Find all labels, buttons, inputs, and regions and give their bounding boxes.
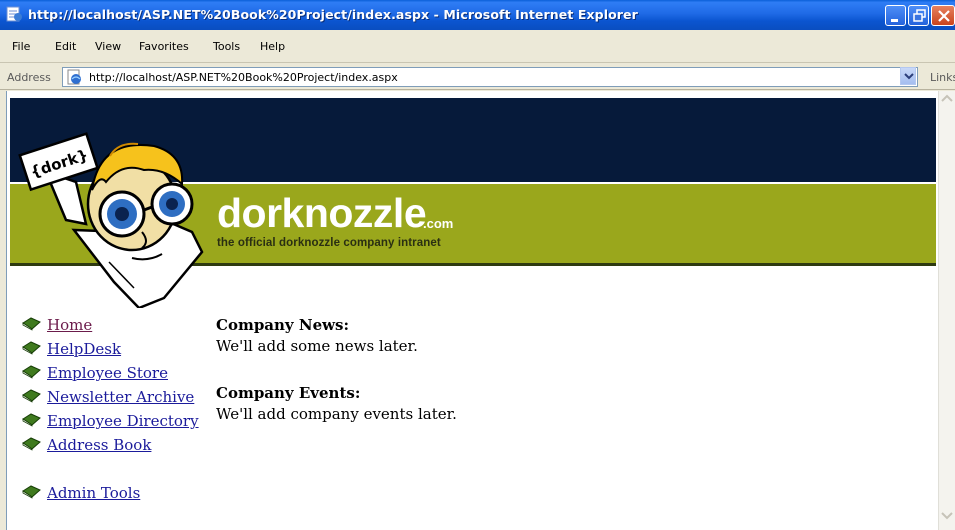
company-events-heading: Company Events: (216, 384, 361, 402)
scroll-down-icon[interactable] (941, 512, 953, 520)
chevron-down-icon (904, 73, 914, 80)
site-header: dorknozzle .com the official dorknozzle … (10, 98, 936, 308)
menu-bar: File Edit View Favorites Tools Help (0, 30, 955, 85)
restore-icon (913, 9, 926, 22)
address-input[interactable]: http://localhost/ASP.NET%20Book%20Projec… (62, 67, 918, 87)
menu-tools[interactable]: Tools (213, 40, 240, 53)
address-dropdown-button[interactable] (900, 67, 916, 85)
nav-link-home[interactable]: Home (47, 316, 92, 334)
menu-edit[interactable]: Edit (55, 40, 76, 53)
address-url: http://localhost/ASP.NET%20Book%20Projec… (89, 71, 398, 84)
book-icon (22, 341, 41, 355)
nav-link-address-book[interactable]: Address Book (47, 436, 151, 454)
nav-link-employee-directory[interactable]: Employee Directory (47, 412, 199, 430)
book-icon (22, 413, 41, 427)
menu-file[interactable]: File (12, 40, 30, 53)
book-icon (22, 317, 41, 331)
book-icon (22, 389, 41, 403)
company-events-text: We'll add company events later. (216, 405, 457, 423)
page-viewport: dorknozzle .com the official dorknozzle … (6, 91, 938, 530)
site-domain-suffix: .com (423, 216, 454, 231)
close-button[interactable] (931, 5, 955, 26)
nav-link-admin-tools[interactable]: Admin Tools (47, 484, 140, 502)
ie-page-icon (6, 6, 22, 22)
site-tagline: the official dorknozzle company intranet (217, 237, 441, 249)
book-icon (22, 365, 41, 379)
book-icon (22, 437, 41, 451)
menu-view[interactable]: View (95, 40, 121, 53)
menu-help[interactable]: Help (260, 40, 285, 53)
dork-mascot-logo: {dork} (18, 132, 204, 308)
nav-link-newsletter-archive[interactable]: Newsletter Archive (47, 388, 194, 406)
close-icon (938, 10, 950, 22)
company-news-text: We'll add some news later. (216, 337, 418, 355)
company-news-heading: Company News: (216, 316, 350, 334)
nav-link-helpdesk[interactable]: HelpDesk (47, 340, 121, 358)
scroll-up-icon[interactable] (941, 94, 953, 102)
book-icon (22, 485, 41, 499)
links-label[interactable]: Links (930, 71, 955, 84)
nav-link-employee-store[interactable]: Employee Store (47, 364, 168, 382)
vertical-scrollbar[interactable] (938, 91, 955, 530)
address-label: Address (7, 71, 51, 84)
minimize-button[interactable] (885, 5, 906, 26)
menu-favorites[interactable]: Favorites (139, 40, 189, 53)
ie-page-icon (67, 69, 81, 85)
restore-button[interactable] (908, 5, 929, 26)
address-bar: Address http://localhost/ASP.NET%20Book%… (0, 64, 955, 90)
title-bar: http://localhost/ASP.NET%20Book%20Projec… (0, 0, 955, 30)
site-name: dorknozzle (217, 190, 427, 236)
window-title: http://localhost/ASP.NET%20Book%20Projec… (28, 7, 638, 22)
minimize-icon (891, 19, 898, 22)
